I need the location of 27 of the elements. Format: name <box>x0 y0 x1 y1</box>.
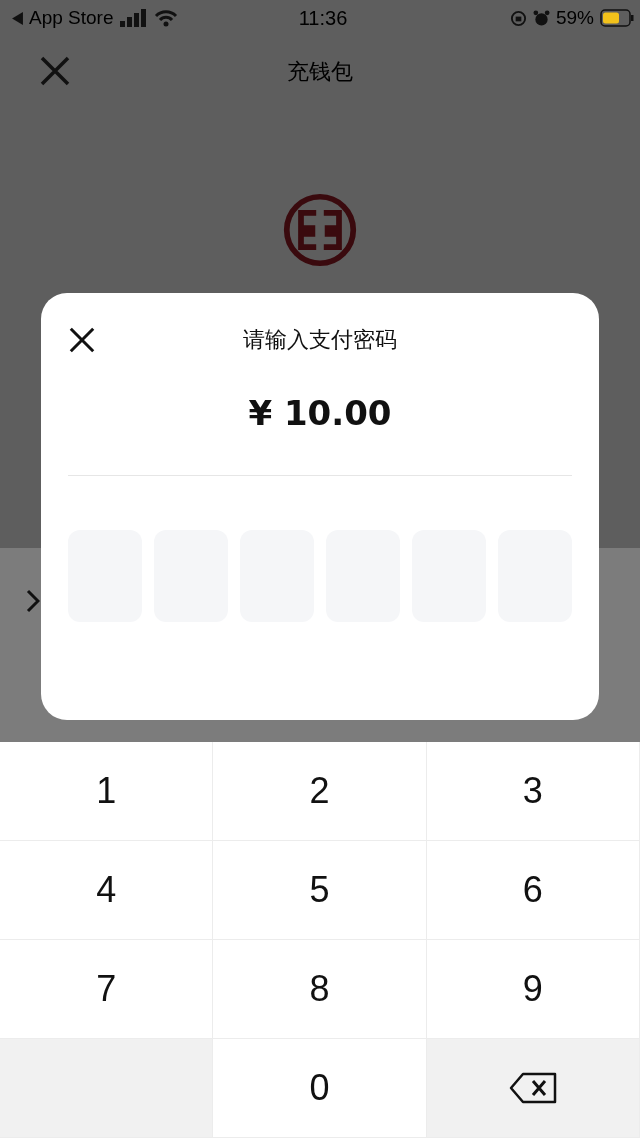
battery-percent: 59% <box>555 7 594 29</box>
keypad-key[interactable]: 0 <box>213 1039 427 1138</box>
signal-icon <box>119 9 148 27</box>
keypad-key[interactable]: 4 <box>0 841 214 940</box>
battery-icon <box>600 9 634 27</box>
clock-time: 11:36 <box>298 6 348 30</box>
dialog-title: 请输入支付密码 <box>243 326 397 354</box>
keypad-key[interactable]: 7 <box>0 940 214 1039</box>
back-caret-icon <box>12 11 23 25</box>
keypad-key[interactable]: 6 <box>426 841 640 940</box>
backspace-key[interactable] <box>426 1039 640 1138</box>
keypad-key[interactable]: 9 <box>426 940 640 1039</box>
dialog-close-button[interactable] <box>68 326 96 354</box>
wifi-icon <box>153 9 178 27</box>
keypad-key[interactable]: 2 <box>213 742 427 841</box>
keypad-key[interactable]: 1 <box>0 742 214 841</box>
backspace-icon <box>508 1072 557 1104</box>
close-button[interactable] <box>40 56 70 86</box>
keypad-key[interactable]: 5 <box>213 841 427 940</box>
keypad-key[interactable]: 8 <box>213 940 427 1039</box>
payment-amount: ¥ 10.00 <box>248 393 392 433</box>
bank-logo-icon <box>282 192 358 268</box>
rotation-lock-icon <box>509 9 527 27</box>
keypad-key[interactable]: 3 <box>426 742 640 841</box>
alarm-icon <box>532 9 550 27</box>
chevron-right-icon <box>26 588 40 614</box>
page-title: 充钱包 <box>287 58 353 86</box>
